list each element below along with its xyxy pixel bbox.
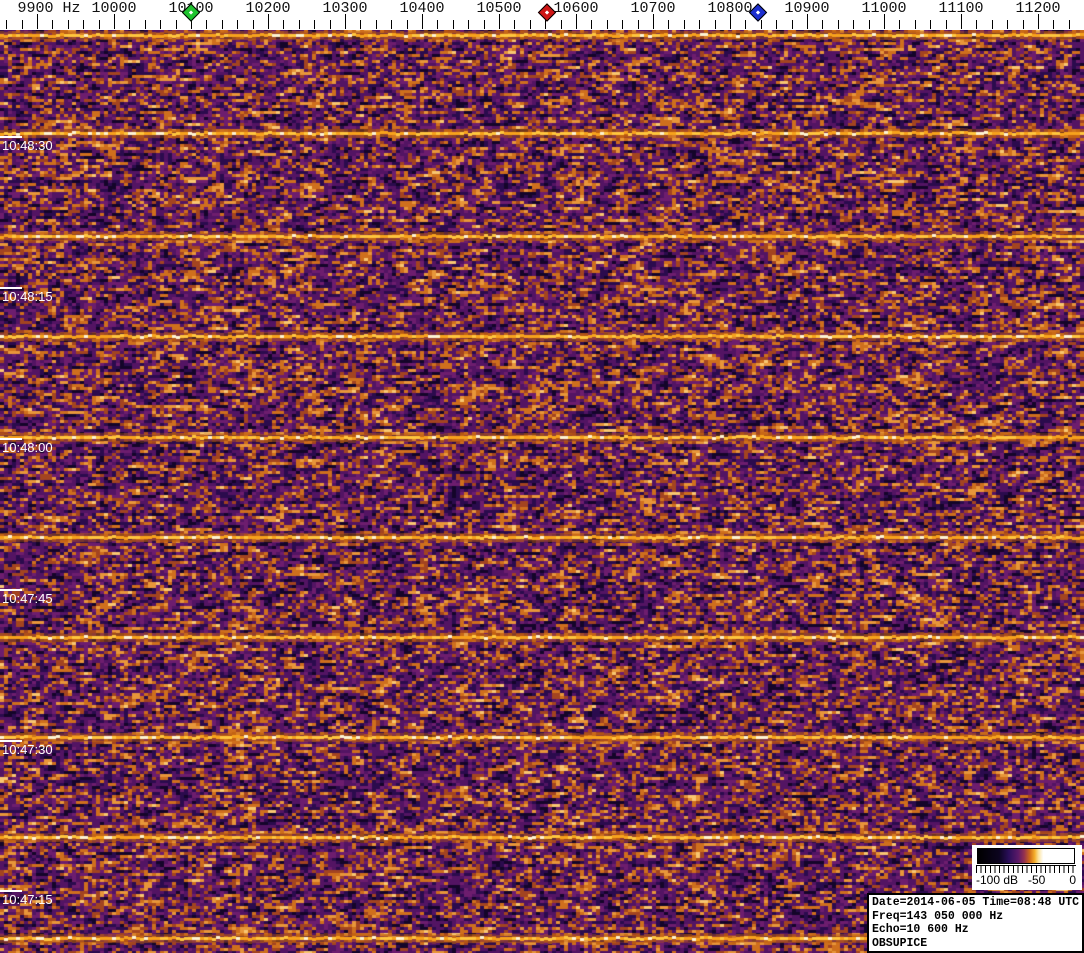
freq-tick-label: 11200 [1015, 0, 1061, 17]
time-label: 10:48:00 [2, 440, 53, 455]
info-line-station: OBSUPICE [872, 936, 928, 950]
freq-minor-tick [298, 20, 300, 29]
freq-minor-tick [314, 20, 316, 29]
freq-minor-tick [129, 20, 131, 29]
freq-minor-tick [1053, 20, 1055, 29]
amplitude-mid-label: -50 [1028, 873, 1046, 887]
freq-minor-tick [560, 20, 562, 29]
time-label: 10:47:45 [2, 591, 53, 606]
freq-minor-tick [622, 20, 624, 29]
freq-tick-label: 10600 [553, 0, 599, 17]
freq-tick-label: 10900 [784, 0, 830, 17]
freq-minor-tick [930, 20, 932, 29]
freq-minor-tick [776, 20, 778, 29]
freq-minor-tick [160, 20, 162, 29]
info-line-freq: Freq=143 050 000 Hz [872, 909, 1004, 923]
time-label: 10:47:30 [2, 742, 53, 757]
amplitude-gradient-bar[interactable] [977, 848, 1075, 864]
freq-minor-tick [98, 20, 100, 29]
info-line-date: Date=2014-06-05 Time=08:48 UTC [872, 896, 1080, 909]
time-label: 10:47:15 [2, 892, 53, 907]
freq-minor-tick [976, 20, 978, 29]
freq-minor-tick [822, 20, 824, 29]
amplitude-max-label: 0 [1069, 873, 1076, 887]
freq-minor-tick [868, 20, 870, 29]
freq-minor-tick [52, 20, 54, 29]
freq-minor-tick [991, 20, 993, 29]
freq-minor-tick [375, 20, 377, 29]
freq-minor-tick [699, 20, 701, 29]
marker-center-dot [544, 10, 550, 15]
freq-minor-tick [591, 20, 593, 29]
freq-minor-tick [252, 20, 254, 29]
freq-minor-tick [529, 20, 531, 29]
freq-minor-tick [853, 20, 855, 29]
freq-minor-tick [1022, 20, 1024, 29]
freq-minor-tick [606, 20, 608, 29]
freq-minor-tick [914, 20, 916, 29]
freq-minor-tick [221, 20, 223, 29]
time-label: 10:48:15 [2, 289, 53, 304]
freq-tick-label: 10800 [707, 0, 753, 17]
freq-tick-label: 10700 [630, 0, 676, 17]
freq-tick-label: 10500 [476, 0, 522, 17]
freq-minor-tick [1068, 20, 1070, 29]
freq-tick-label: 10000 [91, 0, 137, 17]
freq-minor-tick [437, 20, 439, 29]
freq-minor-tick [683, 20, 685, 29]
freq-minor-tick [668, 20, 670, 29]
time-label: 10:48:30 [2, 138, 53, 153]
freq-minor-tick [452, 20, 454, 29]
freq-minor-tick [714, 20, 716, 29]
freq-tick-label: 10300 [322, 0, 368, 17]
freq-minor-tick [791, 20, 793, 29]
freq-tick-label: 10200 [245, 0, 291, 17]
marker-center-dot [755, 10, 761, 15]
spectrogram-screen: 9900 Hz100001010010200103001040010500106… [0, 0, 1084, 953]
freq-minor-tick [283, 20, 285, 29]
freq-tick-label: 10400 [399, 0, 445, 17]
freq-minor-tick [67, 20, 69, 29]
freq-minor-tick [468, 20, 470, 29]
amplitude-scale-ruler [976, 865, 1076, 873]
freq-minor-tick [514, 20, 516, 29]
freq-minor-tick [360, 20, 362, 29]
freq-minor-tick [406, 20, 408, 29]
freq-tick-label: 11100 [938, 0, 984, 17]
amplitude-min-label: -100 dB [976, 873, 1019, 887]
freq-minor-tick [945, 20, 947, 29]
freq-minor-tick [6, 20, 8, 29]
freq-tick-label: 11000 [861, 0, 907, 17]
freq-minor-tick [206, 20, 208, 29]
freq-minor-tick [83, 20, 85, 29]
freq-minor-tick [760, 20, 762, 29]
info-line-echo: Echo=10 600 Hz [872, 923, 969, 936]
waterfall-canvas[interactable] [0, 30, 1084, 953]
freq-minor-tick [745, 20, 747, 29]
freq-minor-tick [237, 20, 239, 29]
amplitude-scale: -100 dB -50 0 [972, 845, 1082, 890]
freq-tick-label: 9900 Hz [17, 0, 81, 17]
freq-minor-tick [483, 20, 485, 29]
freq-minor-tick [899, 20, 901, 29]
freq-minor-tick [1007, 20, 1009, 29]
freq-minor-tick [391, 20, 393, 29]
freq-minor-tick [144, 20, 146, 29]
info-box: Date=2014-06-05 Time=08:48 UTC Freq=143 … [867, 893, 1084, 953]
marker-center-dot [188, 10, 194, 15]
freq-minor-tick [175, 20, 177, 29]
freq-minor-tick [329, 20, 331, 29]
freq-minor-tick [637, 20, 639, 29]
freq-minor-tick [837, 20, 839, 29]
amplitude-scale-labels: -100 dB -50 0 [972, 873, 1082, 889]
freq-minor-tick [21, 20, 23, 29]
